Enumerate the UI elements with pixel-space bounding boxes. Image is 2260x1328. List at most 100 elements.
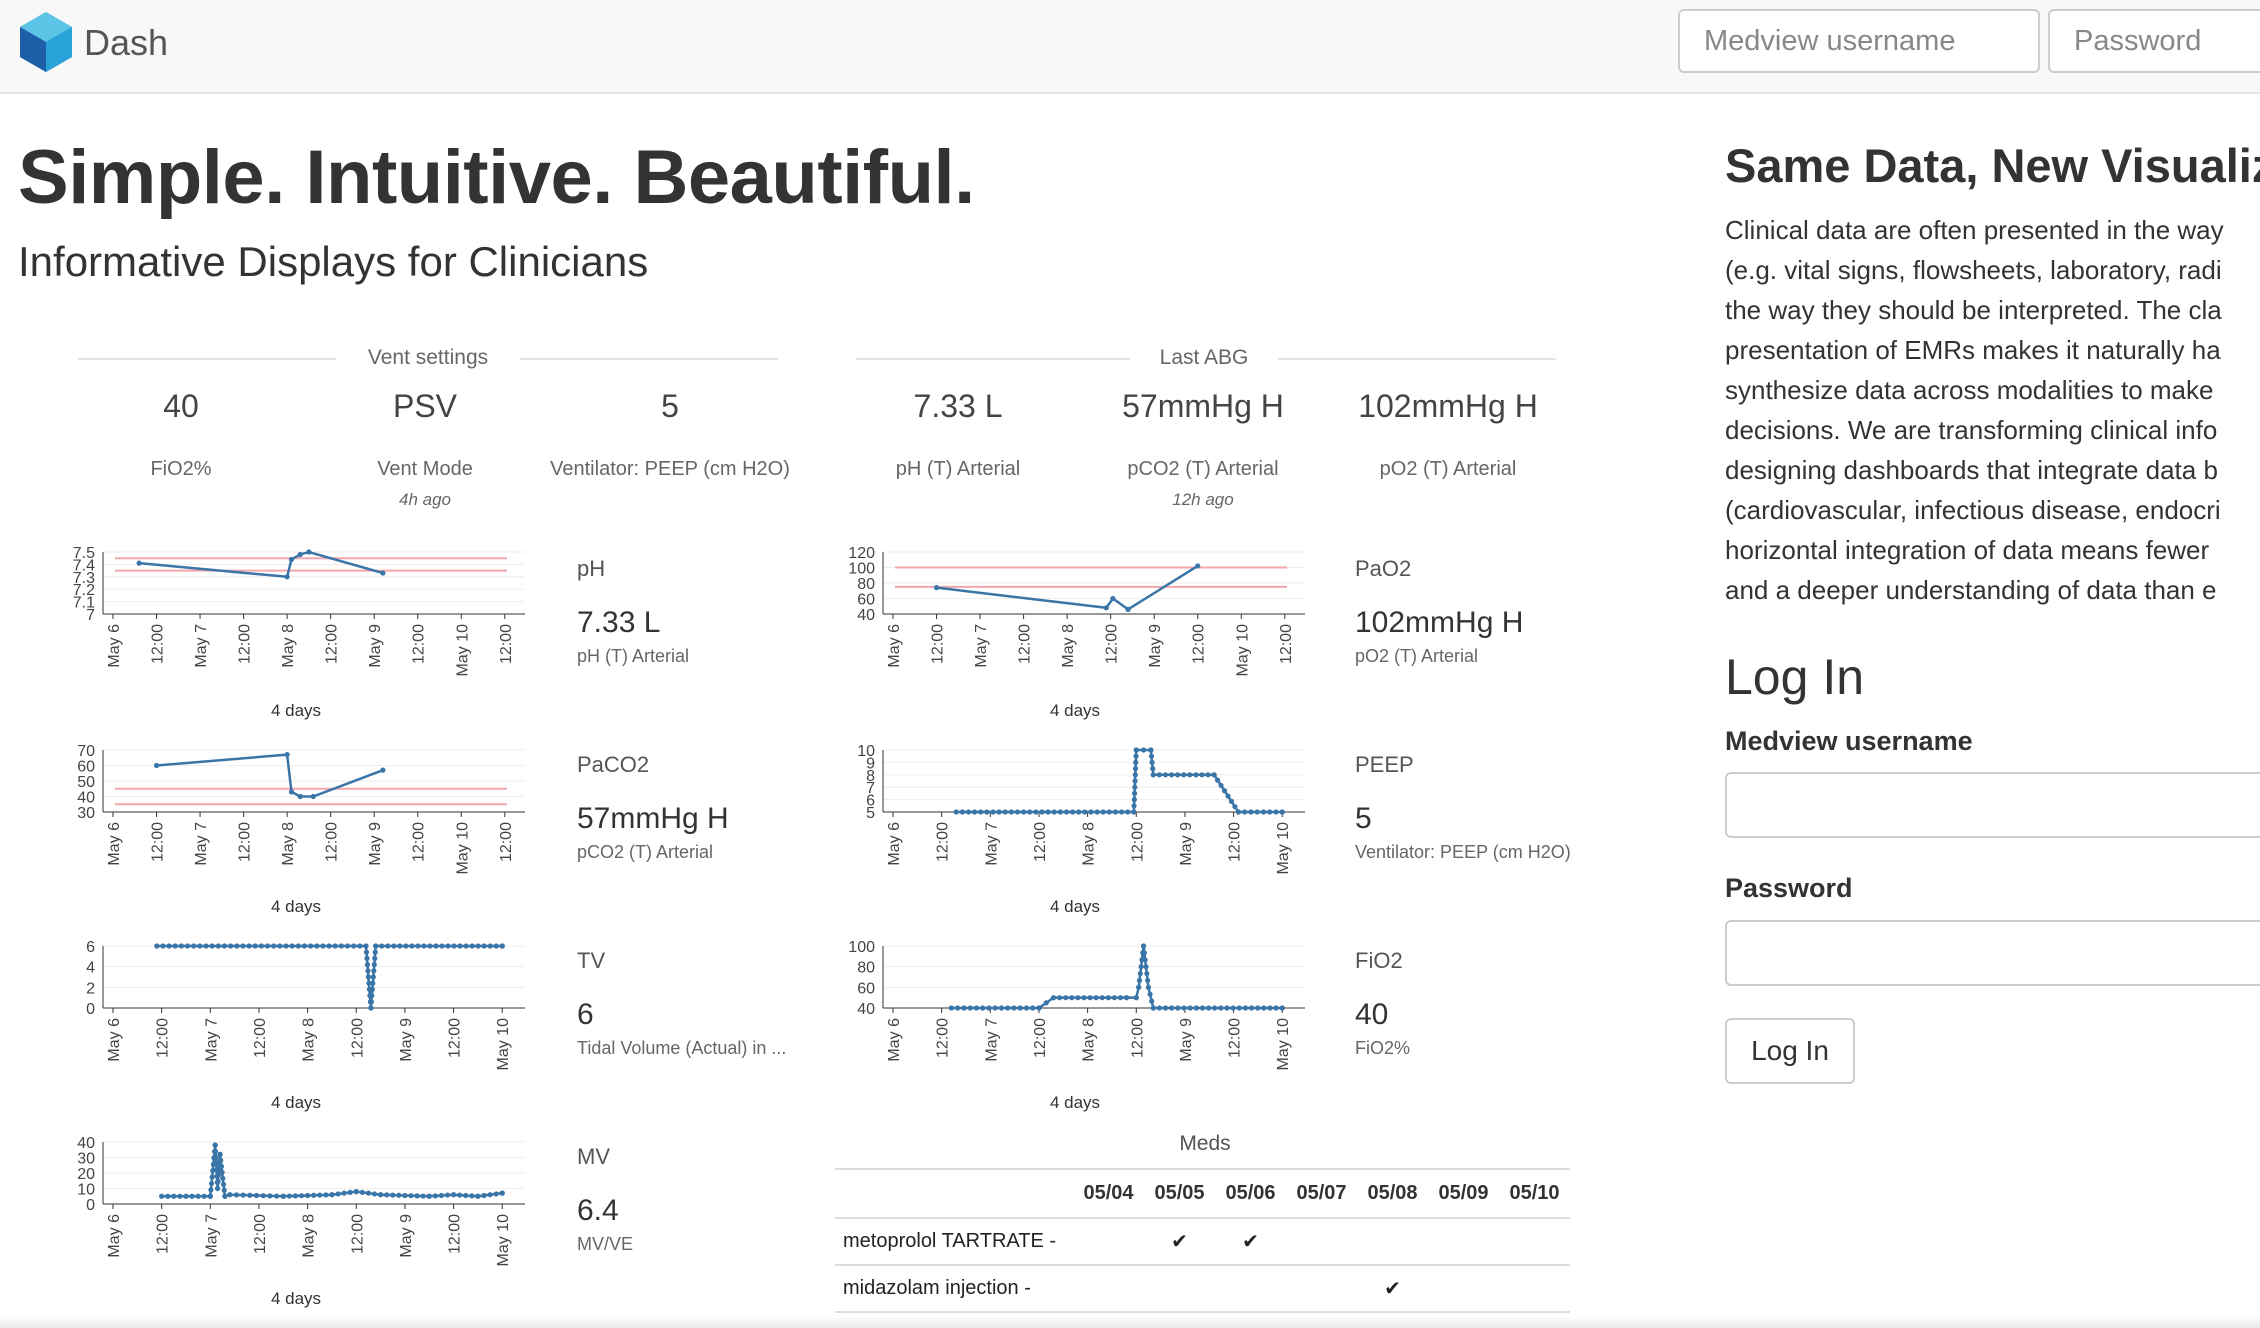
x-tick-label: May 7 — [983, 822, 1000, 866]
data-point — [297, 551, 303, 558]
abg-stat-value: 102mmHg H — [1358, 388, 1538, 424]
meds-date-header: 05/08 — [1357, 1168, 1428, 1219]
login-button[interactable]: Log In — [1725, 1018, 1855, 1084]
data-point — [1081, 995, 1087, 1001]
data-point — [221, 943, 228, 949]
data-point — [371, 962, 377, 968]
summary-desc: Ventilator: PEEP (cm H2O) — [1355, 842, 1571, 862]
peep-summary: PEEP 5 Ventilator: PEEP (cm H2O) — [1355, 752, 1571, 863]
x-tick-label: May 10 — [454, 624, 471, 677]
x-tick-label: 12:00 — [1278, 624, 1295, 664]
data-point — [1193, 772, 1199, 778]
data-point — [184, 943, 191, 949]
x-tick-label: 12:00 — [324, 822, 341, 862]
y-tick-label: 60 — [77, 759, 95, 776]
data-point — [220, 1181, 227, 1187]
data-point — [1228, 798, 1235, 804]
data-point — [178, 943, 185, 949]
y-tick-label: 50 — [77, 774, 95, 791]
brand-name[interactable]: Dash — [84, 22, 168, 64]
x-tick-label: 12:00 — [930, 624, 947, 664]
data-point — [1137, 970, 1143, 977]
x-tick-label: May 9 — [1178, 822, 1195, 866]
x-tick-label: May 10 — [495, 1214, 512, 1267]
data-point — [273, 1193, 280, 1199]
data-point — [1136, 984, 1142, 990]
data-point — [1195, 563, 1201, 569]
y-tick-label: 40 — [77, 790, 95, 807]
data-point — [978, 809, 984, 815]
med-empty-cell — [1286, 1265, 1357, 1313]
checkmark-icon: ✔ — [1215, 1218, 1286, 1266]
data-point — [365, 968, 371, 974]
data-point — [1267, 1005, 1273, 1011]
y-tick-label: 100 — [848, 561, 875, 578]
data-point — [1212, 1005, 1218, 1011]
login-password-input[interactable] — [1725, 920, 2260, 986]
data-point — [1242, 1005, 1248, 1011]
data-point — [457, 1192, 463, 1198]
data-point — [438, 1192, 445, 1199]
data-point — [1141, 950, 1147, 956]
chart-span-label: 4 days — [270, 1289, 322, 1308]
navbar-username-input[interactable] — [1678, 9, 2040, 73]
x-tick-label: May 6 — [886, 624, 903, 668]
data-point — [371, 1191, 378, 1197]
checkmark-icon: ✔ — [1357, 1265, 1428, 1313]
data-point — [369, 986, 375, 992]
meds-row: midazolam injection - ✔ — [835, 1265, 1570, 1313]
data-point — [1118, 809, 1125, 815]
x-tick-label: 12:00 — [447, 1214, 464, 1254]
x-tick-label: 12:00 — [1032, 1018, 1049, 1058]
data-point — [948, 1005, 954, 1011]
data-point — [271, 943, 277, 949]
data-point — [373, 943, 379, 949]
summary-desc: pCO2 (T) Arterial — [577, 842, 714, 862]
x-tick-label: 12:00 — [252, 1214, 269, 1254]
data-point — [306, 549, 312, 555]
data-point — [1279, 809, 1285, 815]
data-point — [284, 574, 290, 580]
data-point — [1002, 809, 1008, 815]
data-point — [499, 1190, 505, 1196]
data-point — [357, 943, 363, 949]
med-name: metoprolol TARTRATE - — [835, 1218, 1073, 1266]
med-empty-cell — [1286, 1218, 1357, 1266]
data-point — [1140, 747, 1147, 753]
data-point — [212, 1142, 218, 1148]
data-point — [980, 1005, 986, 1011]
data-point — [1279, 1005, 1285, 1011]
data-point — [1111, 995, 1117, 1001]
summary-desc: MV/VE — [577, 1234, 634, 1254]
vent-stat-label: Ventilator: PEEP (cm H2O) — [550, 458, 790, 480]
data-point — [227, 1192, 233, 1198]
data-point — [234, 943, 240, 949]
data-point — [1224, 1005, 1230, 1011]
summary-value: 7.33 L — [577, 606, 661, 639]
data-point — [215, 1179, 221, 1185]
data-point — [258, 943, 264, 949]
data-point — [1132, 784, 1138, 790]
data-point — [1070, 809, 1076, 815]
data-point — [1112, 809, 1119, 815]
x-tick-label: May 8 — [301, 1214, 318, 1258]
data-point — [1110, 595, 1116, 602]
med-empty-cell — [1499, 1218, 1570, 1266]
x-tick-label: 12:00 — [498, 624, 515, 664]
x-tick-label: May 7 — [193, 624, 210, 668]
data-point — [990, 809, 996, 815]
navbar-password-input[interactable] — [2048, 9, 2260, 73]
data-point — [1248, 809, 1254, 815]
data-point — [402, 1192, 408, 1199]
dash-logo-icon[interactable] — [18, 10, 74, 74]
data-point — [1162, 772, 1169, 778]
fio2-summary: FiO2 40 FiO2% — [1355, 948, 1410, 1059]
data-point — [1088, 809, 1094, 815]
data-point — [1148, 753, 1155, 759]
paco2-series-line — [156, 753, 384, 798]
data-point — [246, 943, 252, 949]
data-point — [359, 1189, 365, 1195]
data-point — [1187, 1005, 1193, 1011]
login-username-input[interactable] — [1725, 772, 2260, 838]
data-point — [212, 1148, 219, 1154]
